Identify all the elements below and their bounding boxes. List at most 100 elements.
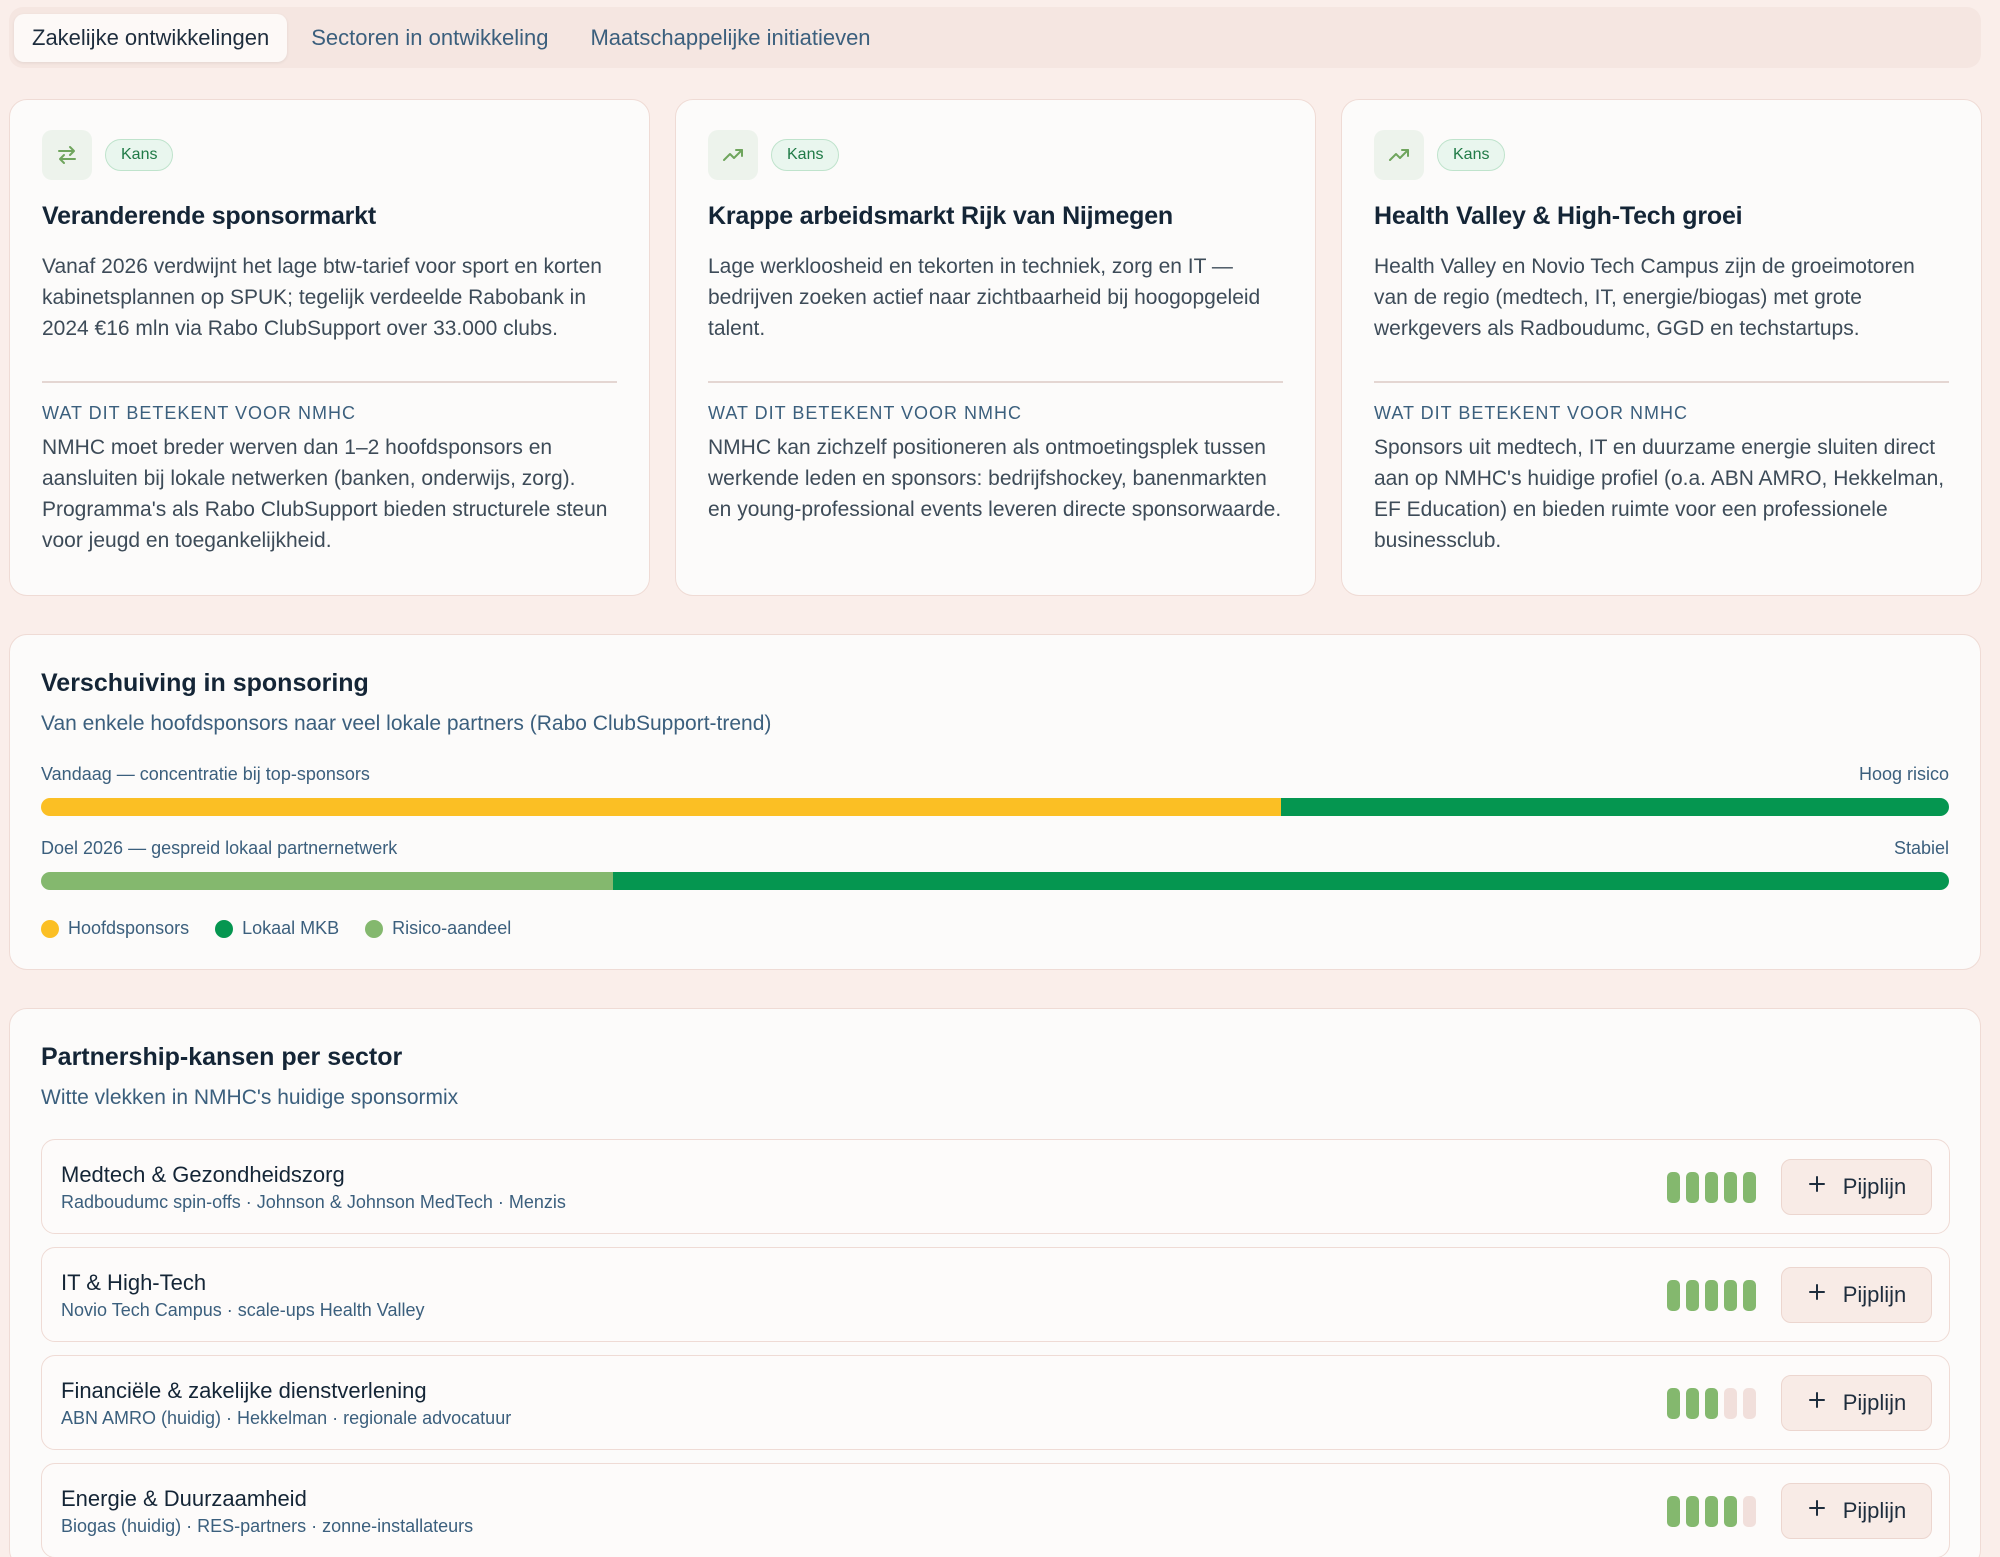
sector-row-energie: Energie & Duurzaamheid Biogas (huidig) ·… [41, 1463, 1950, 1557]
partnership-title: Partnership-kansen per sector [41, 1043, 403, 1071]
legend-label: Hoofdsponsors [68, 918, 190, 938]
meaning-label: WAT DIT BETEKENT VOOR NMHC [42, 402, 357, 423]
sector-row-it-high-tech: IT & High-Tech Novio Tech Campus · scale… [41, 1247, 1950, 1342]
trend-card-arbeidsmarkt: Kans Krappe arbeidsmarkt Rijk van Nijmeg… [675, 99, 1316, 596]
sector-name: IT & High-Tech [61, 1270, 207, 1295]
score-indicator [1667, 1496, 1756, 1527]
sector-row-financieel: Financiële & zakelijke dienstverlening A… [41, 1355, 1950, 1450]
trend-description: Vanaf 2026 verdwijnt het lage btw-tarief… [42, 255, 602, 340]
trending-up-icon [1374, 130, 1424, 180]
score-pip-filled [1686, 1280, 1699, 1311]
score-pip-filled [1743, 1172, 1756, 1203]
stacked-bar [41, 872, 1949, 890]
divider [708, 381, 1283, 383]
meaning-text: NMHC moet breder werven dan 1–2 hoofdspo… [42, 435, 608, 552]
sector-examples: Radboudumc spin-offs · Johnson & Johnson… [61, 1192, 566, 1212]
score-indicator [1667, 1280, 1756, 1311]
tab-maatschappelijke-initiatieven[interactable]: Maatschappelijke initiatieven [572, 14, 888, 62]
legend-label: Lokaal MKB [242, 918, 340, 938]
bar-goal-2026: Doel 2026 — gespreid lokaal partnernetwe… [41, 838, 1949, 890]
add-to-pipeline-button[interactable]: Pijplijn [1781, 1375, 1932, 1431]
plus-icon [1807, 1498, 1827, 1524]
button-label: Pijplijn [1842, 1282, 1907, 1307]
sector-name: Energie & Duurzaamheid [61, 1486, 307, 1511]
sector-examples: Novio Tech Campus · scale-ups Health Val… [61, 1300, 425, 1320]
shift-subtitle: Van enkele hoofdsponsors naar veel lokal… [41, 712, 772, 735]
score-pip-empty [1724, 1388, 1737, 1419]
sector-examples: Biogas (huidig) · RES-partners · zonne-i… [61, 1516, 474, 1536]
score-pip-filled [1724, 1280, 1737, 1311]
score-pip-filled [1667, 1496, 1680, 1527]
bar-status: Hoog risico [1858, 764, 1949, 784]
segment-lokaal-mkb [1281, 798, 1949, 816]
meaning-text: NMHC kan zichzelf positioneren als ontmo… [708, 435, 1282, 521]
kans-badge: Kans [771, 139, 840, 171]
button-label: Pijplijn [1842, 1498, 1907, 1523]
button-label: Pijplijn [1842, 1390, 1907, 1415]
legend-item-hoofdsponsors: Hoofdsponsors [41, 918, 189, 939]
sponsorship-shift-card: Verschuiving in sponsoring Van enkele ho… [9, 634, 1981, 970]
trend-description: Health Valley en Novio Tech Campus zijn … [1374, 255, 1915, 340]
score-pip-empty [1743, 1496, 1756, 1527]
score-pip-filled [1705, 1280, 1718, 1311]
sector-row-medtech: Medtech & Gezondheidszorg Radboudumc spi… [41, 1139, 1950, 1234]
add-to-pipeline-button[interactable]: Pijplijn [1781, 1483, 1932, 1539]
score-pip-filled [1724, 1496, 1737, 1527]
bar-today: Vandaag — concentratie bij top-sponsors … [41, 764, 1949, 816]
button-label: Pijplijn [1842, 1174, 1907, 1199]
sector-examples: ABN AMRO (huidig) · Hekkelman · regional… [61, 1408, 512, 1428]
trend-card-health-valley: Kans Health Valley & High-Tech groei Hea… [1341, 99, 1982, 596]
trend-description: Lage werkloosheid en tekorten in technie… [708, 255, 1261, 340]
sector-name: Financiële & zakelijke dienstverlening [61, 1378, 427, 1403]
partnership-card: Partnership-kansen per sector Witte vlek… [9, 1008, 1981, 1557]
score-indicator [1667, 1172, 1756, 1203]
meaning-text: Sponsors uit medtech, IT en duurzame ene… [1374, 435, 1945, 552]
score-pip-filled [1724, 1172, 1737, 1203]
bar-label: Doel 2026 — gespreid lokaal partnernetwe… [41, 838, 398, 858]
score-indicator [1667, 1388, 1756, 1419]
tab-zakelijke-ontwikkelingen[interactable]: Zakelijke ontwikkelingen [14, 13, 288, 62]
plus-icon [1807, 1282, 1827, 1308]
trending-up-icon [708, 130, 758, 180]
trend-card-sponsormarkt: Kans Veranderende sponsormarkt Vanaf 202… [9, 99, 650, 596]
trend-title: Health Valley & High-Tech groei [1374, 202, 1743, 230]
trend-title: Veranderende sponsormarkt [42, 202, 377, 230]
score-pip-filled [1705, 1172, 1718, 1203]
segment-lokaal-mkb [613, 872, 1949, 890]
stacked-bar [41, 798, 1949, 816]
score-pip-filled [1743, 1280, 1756, 1311]
divider [1374, 381, 1949, 383]
score-pip-filled [1686, 1172, 1699, 1203]
score-pip-filled [1667, 1172, 1680, 1203]
bar-status: Stabiel [1893, 838, 1949, 858]
kans-badge: Kans [1437, 139, 1506, 171]
shift-title: Verschuiving in sponsoring [41, 669, 369, 697]
legend-dot [365, 919, 384, 938]
score-pip-filled [1705, 1496, 1718, 1527]
swap-arrows-icon [42, 130, 92, 180]
score-pip-filled [1667, 1280, 1680, 1311]
legend-item-risico-aandeel: Risico-aandeel [365, 918, 511, 939]
legend-dot [41, 919, 59, 938]
legend: Hoofdsponsors Lokaal MKB Risico-aandeel [41, 918, 1949, 939]
legend-dot [215, 919, 234, 938]
legend-label: Risico-aandeel [392, 918, 512, 938]
score-pip-empty [1743, 1388, 1756, 1419]
bar-label: Vandaag — concentratie bij top-sponsors [41, 764, 370, 784]
plus-icon [1807, 1390, 1827, 1416]
divider [42, 381, 617, 383]
add-to-pipeline-button[interactable]: Pijplijn [1781, 1159, 1932, 1215]
plus-icon [1807, 1174, 1827, 1200]
tab-sectoren-in-ontwikkeling[interactable]: Sectoren in ontwikkeling [293, 14, 566, 62]
score-pip-filled [1686, 1388, 1699, 1419]
partnership-subtitle: Witte vlekken in NMHC's huidige sponsorm… [41, 1086, 459, 1109]
score-pip-filled [1686, 1496, 1699, 1527]
trend-title: Krappe arbeidsmarkt Rijk van Nijmegen [708, 202, 1173, 230]
sector-name: Medtech & Gezondheidszorg [61, 1162, 345, 1187]
segment-hoofdsponsors [41, 798, 1282, 816]
tab-bar: Zakelijke ontwikkelingen Sectoren in ont… [9, 7, 1981, 68]
kans-badge: Kans [105, 139, 174, 171]
meaning-label: WAT DIT BETEKENT VOOR NMHC [1374, 402, 1689, 423]
add-to-pipeline-button[interactable]: Pijplijn [1781, 1267, 1932, 1323]
meaning-label: WAT DIT BETEKENT VOOR NMHC [708, 402, 1023, 423]
